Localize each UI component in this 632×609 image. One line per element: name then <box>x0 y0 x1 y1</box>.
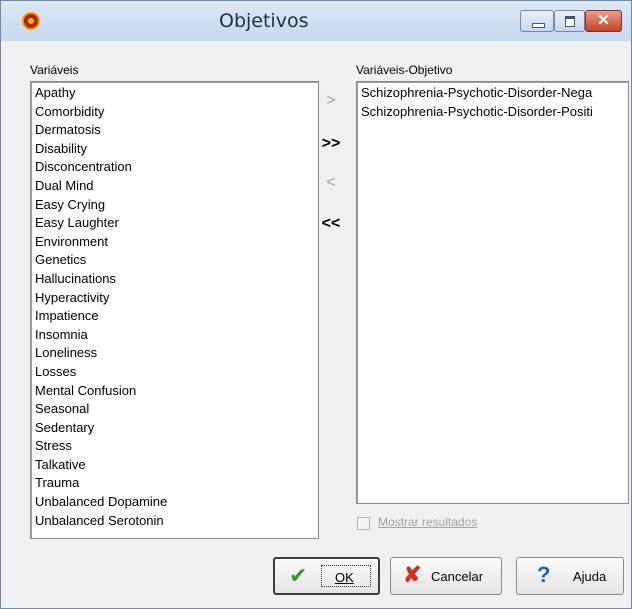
list-item[interactable]: Schizophrenia-Psychotic-Disorder-Nega <box>361 84 593 103</box>
list-item[interactable]: Easy Laughter <box>35 214 318 233</box>
variables-list: Apathy Comorbidity Dermatosis Disability Dis… <box>31 82 318 530</box>
list-item[interactable]: Unbalanced Dopamine <box>35 493 318 512</box>
add-one-button[interactable]: > <box>318 88 344 114</box>
checkmark-icon: ✔ <box>289 563 308 588</box>
list-item[interactable]: Seasonal <box>35 400 318 419</box>
list-item[interactable]: Apathy <box>35 84 318 103</box>
list-item[interactable]: Dermatosis <box>35 121 318 140</box>
list-item[interactable]: Sedentary <box>35 419 318 438</box>
ok-label: OK <box>335 570 354 585</box>
title-bar: Objetivos ✕ <box>1 1 631 41</box>
list-item[interactable]: Genetics <box>35 251 318 270</box>
x-mark-icon: ✘ <box>403 562 422 587</box>
list-item[interactable]: Easy Crying <box>35 196 318 215</box>
ok-button[interactable]: ✔ OK <box>273 557 380 595</box>
cancel-button[interactable]: ✘ Cancelar <box>390 557 502 595</box>
minimize-icon <box>532 23 545 28</box>
targets-list: Schizophrenia-Psychotic-Disorder-Nega Sc… <box>361 84 593 121</box>
minimize-button[interactable] <box>520 10 554 32</box>
help-label: Ajuda <box>573 569 607 584</box>
window-title: Objetivos <box>219 10 309 32</box>
add-all-button[interactable]: >> <box>318 131 344 157</box>
question-mark-icon: ? <box>537 562 551 587</box>
list-item[interactable]: Hallucinations <box>35 270 318 289</box>
list-item[interactable]: Losses <box>35 363 318 382</box>
remove-all-button[interactable]: << <box>318 211 344 237</box>
list-item[interactable]: Mental Confusion <box>35 382 318 401</box>
list-item[interactable]: Disability <box>35 140 318 159</box>
cancel-label: Cancelar <box>431 569 484 584</box>
list-item[interactable]: Impatience <box>35 307 318 326</box>
list-item[interactable]: Loneliness <box>35 344 318 363</box>
variables-listbox[interactable]: Apathy Comorbidity Dermatosis Disability Dis… <box>30 81 319 539</box>
list-item[interactable]: Trauma <box>35 474 318 493</box>
list-item[interactable]: Unbalanced Serotonin <box>35 512 318 531</box>
close-icon: ✕ <box>597 12 610 29</box>
list-item[interactable]: Stress <box>35 437 318 456</box>
list-item[interactable]: Talkative <box>35 456 318 475</box>
list-item[interactable]: Insomnia <box>35 326 318 345</box>
show-results-checkbox[interactable] <box>357 517 370 530</box>
objectives-dialog: Objetivos ✕ Variáveis Apathy Comorbidity D… <box>0 0 632 609</box>
list-item[interactable]: Hyperactivity <box>35 289 318 308</box>
maximize-button[interactable] <box>554 10 585 32</box>
list-item[interactable]: Schizophrenia-Psychotic-Disorder-Positi <box>361 103 593 122</box>
close-button[interactable]: ✕ <box>585 10 622 32</box>
variables-label: Variáveis <box>30 63 79 77</box>
list-item[interactable]: Disconcentration <box>35 158 318 177</box>
remove-one-button[interactable]: < <box>318 170 344 196</box>
targets-listbox[interactable]: Schizophrenia-Psychotic-Disorder-Nega Sc… <box>356 81 629 504</box>
list-item[interactable]: Comorbidity <box>35 103 318 122</box>
list-item[interactable]: Environment <box>35 233 318 252</box>
maximize-icon <box>565 16 575 27</box>
show-results-label: Mostrar resultados <box>378 515 478 529</box>
list-item[interactable]: Dual Mind <box>35 177 318 196</box>
help-button[interactable]: ? Ajuda <box>516 557 624 595</box>
targets-label: Variáveis-Objetivo <box>356 63 453 77</box>
app-logo-icon[interactable] <box>22 12 40 30</box>
